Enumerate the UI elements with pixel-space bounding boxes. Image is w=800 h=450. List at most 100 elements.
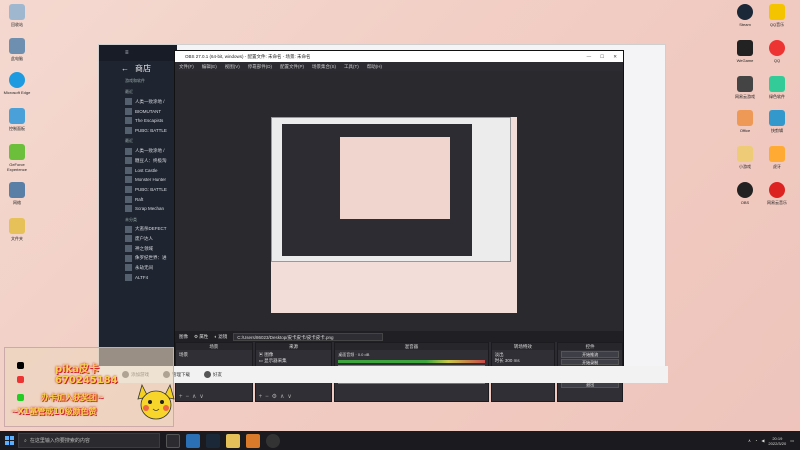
taskbar-search[interactable]: ⌕ 在这里输入你要搜索的内容	[18, 433, 160, 448]
steam-store-label[interactable]: 商店	[135, 63, 151, 74]
file-explorer-icon[interactable]	[226, 433, 240, 448]
steam-game-name: PUBG: BATTLE	[135, 187, 167, 193]
volume-icon[interactable]: ◀	[761, 438, 764, 443]
wegame-icon	[737, 40, 753, 56]
menu-profile[interactable]: 配置文件(P)	[280, 64, 304, 70]
desktop-icon-this-pc[interactable]: 此电脑	[0, 38, 34, 62]
desktop-icon-green[interactable]: 绿色软件	[760, 76, 794, 100]
desktop-icon-folder[interactable]: 文件夹	[0, 218, 34, 242]
steam-game-item[interactable]: ALTF4	[99, 273, 177, 283]
desktop-icon-recycle-bin[interactable]: 回收站	[0, 4, 34, 28]
source-item[interactable]: ▭ 显示器采集	[259, 358, 329, 364]
steam-game-item[interactable]: BIOMUTANT	[99, 107, 177, 117]
steam-game-item[interactable]: 神之领域	[99, 244, 177, 254]
desktop-icon-minigame[interactable]: 小游戏	[728, 146, 762, 170]
maximize-icon[interactable]: ☐	[600, 54, 604, 60]
nested-preview	[340, 137, 450, 219]
steam-section-title[interactable]: 未分类	[99, 214, 177, 225]
desktop-icon-label: OBS	[740, 200, 750, 205]
steam-game-item[interactable]: 侏罗纪世界：进	[99, 253, 177, 263]
menu-view[interactable]: 视图(V)	[225, 64, 240, 70]
network-icon[interactable]: ◔	[755, 438, 757, 443]
pikachu-sticker	[137, 383, 175, 420]
steam-section: 最近 人类一败涂地 / 糖豆人：终极淘 Lost Castle Monster …	[99, 135, 177, 213]
transition-duration[interactable]: 时长 300 ms	[495, 358, 552, 364]
steam-bottom-bar: 添加游戏 管理下载 好友	[98, 366, 668, 383]
steam-game-item[interactable]: 人类一败涂地 /	[99, 146, 177, 156]
steam-game-item[interactable]: 废户达人	[99, 234, 177, 244]
desktop-icon-label: Office	[739, 128, 751, 133]
desktop-icon-steam[interactable]: Steam	[728, 4, 762, 27]
desktop-icon-geforce[interactable]: GeForce Experience	[0, 144, 34, 172]
steam-game-name: 废户达人	[135, 235, 153, 241]
close-icon[interactable]: ✕	[613, 54, 617, 60]
browser-icon[interactable]	[186, 433, 200, 448]
minimize-icon[interactable]: —	[587, 54, 592, 60]
start-recording-button[interactable]: 开始录制	[561, 358, 619, 365]
desktop-icon-office[interactable]: Office	[728, 110, 762, 133]
menu-tools[interactable]: 工具(T)	[344, 64, 359, 70]
steam-library-label[interactable]: 游戏和软件	[99, 75, 177, 86]
network-icon	[9, 182, 25, 198]
steam-game-item[interactable]: 人类一败涂地 /	[99, 97, 177, 107]
steam-game-item[interactable]: 大逃杀DEFECT	[99, 225, 177, 235]
huya-icon	[769, 146, 785, 162]
steam-game-item[interactable]: PUBG: BATTLE	[99, 126, 177, 136]
desktop-icon-huya[interactable]: 虎牙	[760, 146, 794, 170]
desktop-icon-label: 网易云音乐	[767, 200, 787, 205]
desktop-icon-netease-game[interactable]: 网易云游戏	[728, 76, 762, 100]
desktop-icon-label: 快剪辑	[771, 128, 783, 133]
steam-game-name: ALTF4	[135, 274, 149, 280]
start-streaming-button[interactable]: 开始推流	[561, 351, 619, 358]
desktop-icon-wegame[interactable]: WeGame	[728, 40, 762, 63]
menu-help[interactable]: 帮助(H)	[367, 64, 382, 70]
steam-game-item[interactable]: 永劫无间	[99, 263, 177, 273]
obs-preview[interactable]	[175, 71, 623, 331]
desktop-icon-qq[interactable]: QQ	[760, 40, 794, 63]
steam-taskbar-icon[interactable]	[206, 433, 220, 448]
task-view-icon[interactable]	[166, 433, 180, 448]
search-icon: ⌕	[24, 437, 27, 444]
tray-expand-icon[interactable]: ∧	[748, 438, 751, 443]
menu-edit[interactable]: 编辑(E)	[202, 64, 217, 70]
friends-button[interactable]: 好友	[204, 371, 222, 378]
desktop-icon-clip[interactable]: 快剪辑	[760, 110, 794, 134]
app-taskbar-icon[interactable]	[246, 433, 260, 448]
game-thumbnail	[125, 264, 132, 272]
window-controls: — ☐ ✕	[587, 54, 623, 60]
steam-section-title[interactable]: 最近	[99, 86, 177, 97]
properties-button[interactable]: ⚙ 属性	[194, 334, 208, 340]
steam-game-item[interactable]: Lost Castle	[99, 166, 177, 176]
app-icon	[769, 76, 785, 92]
filters-button[interactable]: ◐ 滤镜	[214, 334, 227, 340]
steam-game-item[interactable]: 糖豆人：终极淘	[99, 156, 177, 166]
scene-dock-controls[interactable]: +−∧∨	[179, 393, 207, 400]
steam-game-item[interactable]: The Escapists	[99, 116, 177, 126]
back-arrow-icon[interactable]: ←	[121, 64, 129, 73]
image-path-field[interactable]: C:/Users/86023/Desktop/皮卡皮卡/皮卡皮卡.png	[233, 332, 384, 341]
steam-section-title[interactable]: 最近	[99, 135, 177, 146]
system-clock[interactable]: 20:19 2022/3/20	[768, 436, 786, 446]
desktop-icon-qqmusic[interactable]: QQ音乐	[760, 4, 794, 28]
menu-icon[interactable]: ≡	[125, 50, 129, 56]
desktop-icon-network[interactable]: 网络	[0, 182, 34, 206]
steam-game-item[interactable]: Raft	[99, 194, 177, 204]
desktop-icon-control-panel[interactable]: 控制面板	[0, 108, 34, 132]
steam-game-item[interactable]: Scrap Mechan	[99, 204, 177, 214]
scenes-dock-title: 场景	[176, 343, 252, 350]
source-dock-controls[interactable]: +−⚙∧∨	[259, 393, 295, 400]
menu-docks[interactable]: 停靠部件(D)	[248, 64, 272, 70]
scene-item[interactable]: 场景	[179, 352, 249, 358]
steam-game-item[interactable]: PUBG: BATTLE	[99, 185, 177, 195]
game-thumbnail	[125, 254, 132, 262]
start-button[interactable]	[0, 431, 18, 450]
desktop-icon-edge[interactable]: Microsoft Edge	[0, 72, 34, 95]
steam-game-item[interactable]: Monster Hunter	[99, 175, 177, 185]
desktop-icon-netease-music[interactable]: 网易云音乐	[760, 182, 794, 206]
obs-window[interactable]: OBS 27.0.1 (64-bit, windows) - 配置文件: 未命名…	[174, 50, 624, 402]
notification-icon[interactable]: ▭	[790, 438, 794, 443]
menu-scene-collection[interactable]: 场景集合(S)	[312, 64, 336, 70]
desktop-icon-obs[interactable]: OBS	[728, 182, 762, 205]
obs-taskbar-icon[interactable]	[266, 433, 280, 448]
menu-file[interactable]: 文件(F)	[179, 64, 194, 70]
